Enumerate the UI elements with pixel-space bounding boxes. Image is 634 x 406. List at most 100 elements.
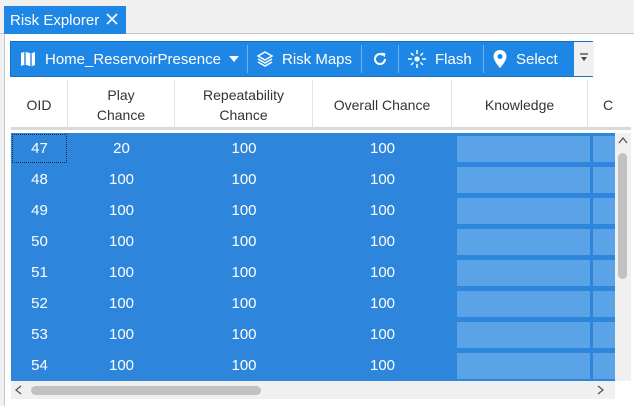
refresh-button[interactable] xyxy=(362,42,398,76)
cell-overall-chance[interactable]: 100 xyxy=(313,133,452,164)
cell-play-chance[interactable]: 100 xyxy=(68,350,175,381)
cell-oid[interactable]: 51 xyxy=(11,257,68,288)
scroll-right-icon[interactable] xyxy=(597,385,605,398)
cell-partial[interactable] xyxy=(593,291,615,317)
cell-play-chance[interactable]: 100 xyxy=(68,288,175,319)
close-icon[interactable] xyxy=(104,11,120,27)
select-label: Select xyxy=(516,50,558,68)
column-header-overall-chance[interactable]: Overall Chance xyxy=(313,80,452,130)
select-button[interactable]: Select xyxy=(484,42,564,76)
risk-explorer-panel: Home_ReservoirPresence Risk Maps Flash S… xyxy=(4,34,634,406)
cell-oid[interactable]: 54 xyxy=(11,350,68,381)
table-row[interactable]: 51 100 100 100 xyxy=(11,257,631,288)
table-row[interactable]: 54 100 100 100 xyxy=(11,350,631,381)
cell-play-chance[interactable]: 100 xyxy=(68,164,175,195)
cell-oid[interactable]: 49 xyxy=(11,195,68,226)
cell-overall-chance[interactable]: 100 xyxy=(313,195,452,226)
cell-repeatability-chance[interactable]: 100 xyxy=(175,226,313,257)
cell-repeatability-chance[interactable]: 100 xyxy=(175,133,313,164)
cell-play-chance[interactable]: 100 xyxy=(68,226,175,257)
map-pin-icon xyxy=(492,49,508,69)
column-header-label: Knowledge xyxy=(484,97,555,113)
vertical-scroll-thumb[interactable] xyxy=(618,153,627,279)
cell-knowledge[interactable] xyxy=(457,229,590,255)
map-icon xyxy=(19,50,37,68)
cell-oid[interactable]: 48 xyxy=(11,164,68,195)
cell-repeatability-chance[interactable]: 100 xyxy=(175,288,313,319)
column-header-partial[interactable]: C xyxy=(588,80,628,130)
table-header: OID Play Chance Repeatability Chance Ove… xyxy=(11,80,631,130)
table-row[interactable]: 48 100 100 100 xyxy=(11,164,631,195)
flash-label: Flash xyxy=(435,50,472,68)
cell-play-chance[interactable]: 100 xyxy=(68,257,175,288)
vertical-scrollbar[interactable] xyxy=(615,133,631,381)
cell-oid[interactable]: 50 xyxy=(11,226,68,257)
cell-overall-chance[interactable]: 100 xyxy=(313,288,452,319)
scroll-up-icon[interactable] xyxy=(618,136,628,147)
cell-play-chance[interactable]: 100 xyxy=(68,195,175,226)
cell-repeatability-chance[interactable]: 100 xyxy=(175,257,313,288)
toolbar: Home_ReservoirPresence Risk Maps Flash S… xyxy=(10,41,594,77)
cell-knowledge[interactable] xyxy=(457,198,590,224)
cell-overall-chance[interactable]: 100 xyxy=(313,164,452,195)
column-header-label: C xyxy=(603,97,614,113)
cell-repeatability-chance[interactable]: 100 xyxy=(175,319,313,350)
layer-dropdown[interactable]: Home_ReservoirPresence xyxy=(11,42,247,76)
column-header-label: Play Chance xyxy=(96,87,146,123)
cell-oid[interactable]: 52 xyxy=(11,288,68,319)
cell-knowledge[interactable] xyxy=(457,260,590,286)
cell-overall-chance[interactable]: 100 xyxy=(313,350,452,381)
cell-overall-chance[interactable]: 100 xyxy=(313,226,452,257)
cell-partial[interactable] xyxy=(593,260,615,286)
cell-partial[interactable] xyxy=(593,353,615,379)
column-header-label: Overall Chance xyxy=(333,97,431,113)
horizontal-scrollbar[interactable] xyxy=(11,381,615,399)
cell-repeatability-chance[interactable]: 100 xyxy=(175,195,313,226)
column-header-oid[interactable]: OID xyxy=(11,80,68,130)
cell-oid[interactable]: 53 xyxy=(11,319,68,350)
cell-knowledge[interactable] xyxy=(457,167,590,193)
layers-icon xyxy=(256,50,274,68)
cell-knowledge[interactable] xyxy=(457,353,590,379)
risk-table: OID Play Chance Repeatability Chance Ove… xyxy=(11,80,631,406)
horizontal-scroll-thumb[interactable] xyxy=(31,386,261,395)
cell-oid[interactable]: 47 xyxy=(11,133,68,164)
column-header-play-chance[interactable]: Play Chance xyxy=(68,80,175,130)
table-body: 47 20 100 100 48 100 100 100 49 100 100 100 50 100 100… xyxy=(11,133,631,381)
scroll-left-icon[interactable] xyxy=(14,385,22,398)
cell-repeatability-chance[interactable]: 100 xyxy=(175,350,313,381)
risk-maps-label: Risk Maps xyxy=(282,50,353,68)
column-header-label: Repeatability Chance xyxy=(203,87,284,123)
chevron-down-icon xyxy=(228,56,239,62)
overflow-chevron-icon xyxy=(579,50,589,68)
table-row[interactable]: 50 100 100 100 xyxy=(11,226,631,257)
cell-knowledge[interactable] xyxy=(457,136,590,162)
risk-maps-button[interactable]: Risk Maps xyxy=(248,42,361,76)
cell-partial[interactable] xyxy=(593,136,615,162)
cell-overall-chance[interactable]: 100 xyxy=(313,257,452,288)
cell-partial[interactable] xyxy=(593,167,615,193)
toolbar-overflow-button[interactable] xyxy=(574,42,594,76)
cell-partial[interactable] xyxy=(593,229,615,255)
table-row[interactable]: 49 100 100 100 xyxy=(11,195,631,226)
column-header-label: OID xyxy=(26,97,52,113)
cell-partial[interactable] xyxy=(593,198,615,224)
column-header-knowledge[interactable]: Knowledge xyxy=(452,80,588,130)
tab-title: Risk Explorer xyxy=(10,11,100,29)
tab-risk-explorer[interactable]: Risk Explorer xyxy=(4,6,126,34)
cell-play-chance[interactable]: 100 xyxy=(68,319,175,350)
cell-play-chance[interactable]: 20 xyxy=(68,133,175,164)
refresh-icon xyxy=(371,50,389,68)
flash-icon xyxy=(407,49,427,69)
cell-partial[interactable] xyxy=(593,322,615,348)
risk-explorer-window: Risk Explorer Home_ReservoirPresence Ris… xyxy=(0,0,634,406)
cell-repeatability-chance[interactable]: 100 xyxy=(175,164,313,195)
table-row[interactable]: 52 100 100 100 xyxy=(11,288,631,319)
flash-button[interactable]: Flash xyxy=(399,42,483,76)
table-row[interactable]: 53 100 100 100 xyxy=(11,319,631,350)
cell-knowledge[interactable] xyxy=(457,322,590,348)
cell-knowledge[interactable] xyxy=(457,291,590,317)
column-header-repeatability-chance[interactable]: Repeatability Chance xyxy=(175,80,313,130)
table-row[interactable]: 47 20 100 100 xyxy=(11,133,631,164)
cell-overall-chance[interactable]: 100 xyxy=(313,319,452,350)
